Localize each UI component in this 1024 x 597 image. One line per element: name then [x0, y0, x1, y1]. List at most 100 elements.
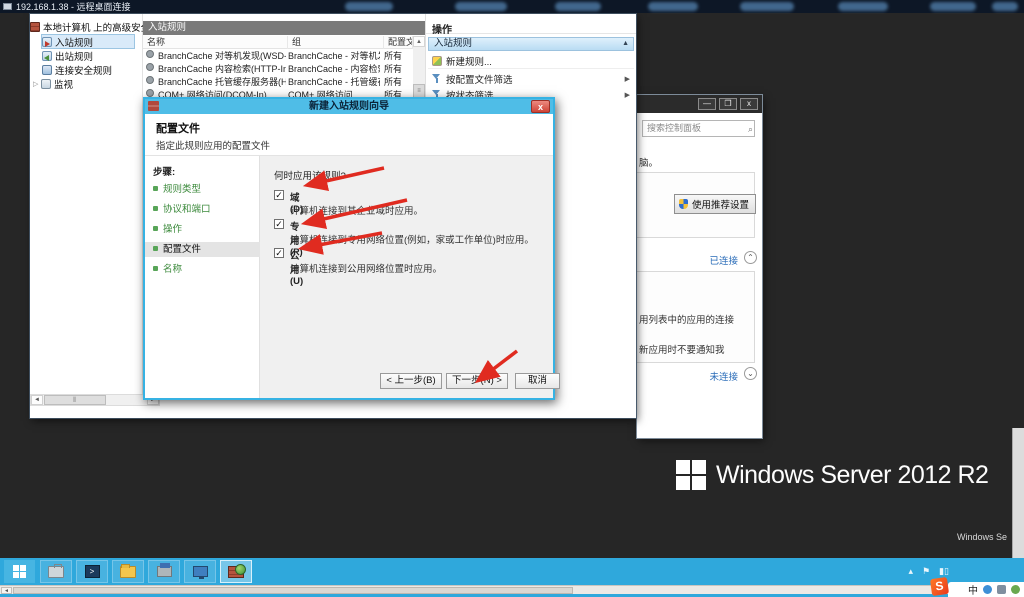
connected-link[interactable]: 已连接 [709, 253, 738, 267]
windows-start-icon [12, 564, 27, 579]
tree-item-connection-security[interactable]: 连接安全规则 [42, 63, 155, 76]
blurred-taskbar-item [992, 2, 1018, 11]
printer-icon [156, 563, 172, 577]
windows-server-brand: Windows Server 2012 R2 [676, 460, 989, 490]
step-profile-current[interactable]: 配置文件 [145, 242, 260, 257]
rule-profile: 所有 [384, 64, 403, 74]
scrollbar-thumb[interactable]: ⦀ [44, 395, 106, 405]
list-pane-title: 入站规则 [143, 21, 425, 35]
rule-state-icon [146, 63, 154, 71]
back-button[interactable]: < 上一步(B) [380, 373, 442, 389]
rdp-connection-bar[interactable]: 192.168.1.38 - 远程桌面连接 [0, 0, 1024, 13]
network-icon[interactable]: ▮▯ [939, 566, 949, 577]
step-name[interactable]: 名称 [145, 262, 260, 277]
uac-shield-icon [678, 199, 688, 209]
step-bullet-icon [153, 226, 158, 231]
collapse-icon[interactable]: ▲ [622, 38, 629, 50]
scroll-up-icon[interactable]: ▲ [413, 36, 425, 47]
blurred-taskbar-item [345, 2, 393, 11]
cancel-button[interactable]: 取消 [515, 373, 560, 389]
step-action[interactable]: 操作 [145, 222, 260, 237]
private-checkbox[interactable]: ✓ [274, 219, 284, 229]
scrollbar-thumb[interactable] [13, 587, 573, 594]
tree-root-node[interactable]: 本地计算机 上的高级安全 Win [30, 20, 143, 33]
minimize-button[interactable]: — [698, 98, 716, 110]
actions-section-header[interactable]: 入站规则 ▲ [428, 37, 634, 51]
action-center-flag-icon[interactable]: ⚑ [922, 566, 930, 577]
use-recommended-settings-button[interactable]: 使用推荐设置 [673, 194, 756, 214]
action-filter-by-profile[interactable]: 按配置文件筛选 ▶ [428, 71, 634, 86]
taskbar-devices[interactable] [148, 560, 180, 583]
blurred-taskbar-item [555, 2, 601, 11]
rule-name: BranchCache 内容检索(HTTP-In) [158, 64, 286, 74]
wizard-firewall-icon [148, 101, 159, 111]
profile-question: 何时应用该规则? [274, 171, 346, 182]
public-checkbox[interactable]: ✓ [274, 248, 284, 258]
tree-item-label: 入站规则 [55, 37, 94, 49]
rule-row[interactable]: BranchCache 内容检索(HTTP-In) BranchCache - … [143, 63, 413, 76]
ime-bar: S 中 [929, 576, 1024, 597]
column-header-profile[interactable]: 配置文件 [384, 36, 413, 49]
taskbar-display[interactable] [184, 560, 216, 583]
domain-checkbox[interactable]: ✓ [274, 190, 284, 200]
ime-emoji-icon[interactable] [983, 585, 992, 594]
ime-language-indicator[interactable]: 中 [968, 582, 978, 597]
wizard-titlebar[interactable]: 新建入站规则向导 x [145, 99, 553, 114]
sogou-logo-icon[interactable]: S [929, 576, 950, 597]
rule-state-icon [146, 50, 154, 58]
taskbar-server-manager[interactable] [40, 560, 72, 583]
expander-icon[interactable]: ▷ [33, 80, 41, 88]
rule-name: BranchCache 对等机发现(WSD-In) [158, 51, 286, 61]
rule-state-icon [146, 76, 154, 84]
rdp-title: 192.168.1.38 - 远程桌面连接 [16, 2, 131, 12]
control-panel-titlebar[interactable]: — ❐ x [637, 95, 762, 113]
action-new-rule[interactable]: 新建规则... [428, 54, 634, 69]
step-label: 规则类型 [163, 184, 202, 195]
tree-horizontal-scrollbar[interactable]: ◄ ⦀ ► [30, 394, 160, 406]
taskbar-powershell[interactable]: > [76, 560, 108, 583]
wizard-steps-pane: 步骤: 规则类型 协议和端口 操作 配置文件 名称 [145, 156, 260, 398]
clipped-text: 脑。 [639, 158, 659, 169]
tree-item-outbound-rules[interactable]: 出站规则 [42, 49, 155, 62]
search-icon: ⌕ [747, 124, 753, 134]
taskbar-firewall-active[interactable] [220, 560, 252, 583]
show-hidden-icons-icon[interactable]: ▴ [908, 566, 913, 577]
maximize-button[interactable]: ❐ [719, 98, 737, 110]
chevron-up-icon[interactable]: ⌃ [744, 251, 757, 264]
scroll-left-icon[interactable]: ◄ [1, 587, 12, 594]
wizard-page-subtitle: 指定此规则应用的配置文件 [156, 141, 271, 152]
new-rule-icon [432, 56, 442, 66]
not-connected-link[interactable]: 未连接 [709, 369, 738, 383]
scrollbar-thumb[interactable]: ≡ [413, 84, 425, 98]
rule-name: BranchCache 托管缓存服务器(HTTP-In) [158, 77, 286, 87]
inbound-rules-icon [42, 36, 52, 47]
column-header-name[interactable]: 名称 [143, 36, 288, 49]
chevron-down-icon[interactable]: ⌄ [744, 367, 757, 380]
tree-item-monitoring[interactable]: ▷ 监视 [33, 77, 146, 90]
list-vertical-scrollbar[interactable]: ▲ ≡ [413, 36, 425, 106]
outbound-rules-icon [42, 50, 52, 61]
step-label: 协议和端口 [163, 204, 211, 215]
rdp-horizontal-scrollbar[interactable]: ◄ ▼ [0, 585, 1024, 594]
rule-row[interactable]: BranchCache 对等机发现(WSD-In) BranchCache - … [143, 50, 413, 63]
close-icon[interactable]: x [531, 100, 550, 113]
rdp-icon [3, 3, 12, 10]
step-rule-type[interactable]: 规则类型 [145, 182, 260, 197]
step-protocol-ports[interactable]: 协议和端口 [145, 202, 260, 217]
rule-profile: 所有 [384, 51, 403, 61]
step-label: 名称 [163, 264, 183, 275]
tree-item-inbound-rules[interactable]: 入站规则 [41, 34, 135, 49]
rule-row[interactable]: BranchCache 托管缓存服务器(HTTP-In) BranchCache… [143, 76, 413, 89]
scroll-left-icon[interactable]: ◄ [31, 395, 43, 405]
remote-taskbar: > ▴ ⚑ ▮▯ [0, 558, 1024, 585]
start-button[interactable] [4, 560, 35, 583]
search-input[interactable]: 搜索控制面板 [642, 120, 755, 137]
powershell-icon: > [84, 565, 100, 578]
ime-mic-icon[interactable] [1011, 585, 1020, 594]
taskbar-file-explorer[interactable] [112, 560, 144, 583]
rdp-session-screen: 192.168.1.38 - 远程桌面连接 本地计算机 上的高级安全 Win 入… [0, 0, 1024, 597]
column-header-group[interactable]: 组 [288, 36, 384, 49]
close-button[interactable]: x [740, 98, 758, 110]
ime-keyboard-icon[interactable] [997, 585, 1006, 594]
next-button[interactable]: 下一步(N) > [446, 373, 508, 389]
